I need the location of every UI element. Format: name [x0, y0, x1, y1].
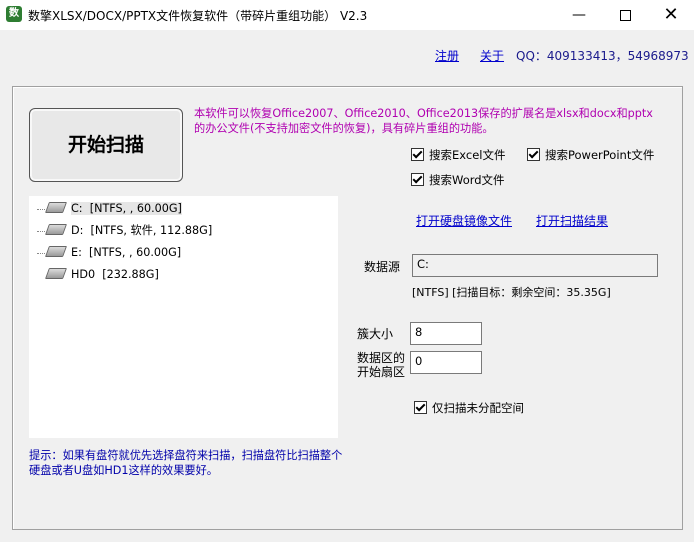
about-link[interactable]: 关于 [480, 47, 504, 64]
cluster-size-input[interactable]: 8 [410, 322, 482, 345]
maximize-icon [619, 9, 631, 21]
search-word-label: 搜索Word文件 [429, 173, 505, 187]
register-link[interactable]: 注册 [435, 47, 459, 64]
search-powerpoint-label: 搜索PowerPoint文件 [545, 148, 655, 162]
source-status: [NTFS] [扫描目标：剩余空间：35.35G] [412, 286, 611, 299]
drive-icon [44, 224, 68, 235]
hint-text: 提示：如果有盘符就优先选择盘符来扫描，扫描盘符比扫描整个硬盘或者U盘如HD1这样… [29, 449, 343, 477]
source-label: 数据源 [364, 260, 401, 274]
minimize-button[interactable]: — [556, 0, 602, 30]
drive-item-d[interactable]: D: [NTFS, 软件, 112.88G] [37, 222, 212, 240]
title-bar: 数 数擎XLSX/DOCX/PPTX文件恢复软件（带碎片重组功能） V2.3 —… [0, 0, 694, 30]
open-disk-image-link[interactable]: 打开硬盘镜像文件 [416, 212, 512, 229]
drive-icon [44, 246, 68, 257]
unallocated-only-checkbox[interactable]: 仅扫描未分配空间 [414, 400, 524, 416]
app-icon: 数 [6, 6, 22, 22]
cluster-size-label: 簇大小 [357, 327, 394, 341]
hard-disk-icon [44, 268, 68, 279]
maximize-button[interactable] [602, 0, 648, 30]
search-excel-checkbox[interactable]: 搜索Excel文件 [411, 147, 505, 163]
close-button[interactable]: ✕ [648, 0, 694, 30]
start-sector-label-line2: 开始扇区 [357, 365, 406, 379]
drive-item-e[interactable]: E: [NTFS, , 60.00G] [37, 244, 181, 262]
source-field: C: [412, 254, 658, 277]
drive-item-hd0[interactable]: HD0 [232.88G] [37, 266, 159, 284]
unallocated-only-label: 仅扫描未分配空间 [432, 401, 524, 415]
search-powerpoint-checkbox[interactable]: 搜索PowerPoint文件 [527, 147, 654, 163]
description-text: 本软件可以恢复Office2007、Office2010、Office2013保… [194, 107, 653, 135]
drive-tree[interactable]: C: [NTFS, , 60.00G] D: [NTFS, 软件, 112.88… [29, 196, 338, 438]
window-title: 数擎XLSX/DOCX/PPTX文件恢复软件（带碎片重组功能） V2.3 [28, 9, 368, 23]
checkbox-checked-icon [411, 148, 424, 161]
start-sector-input[interactable]: 0 [410, 351, 482, 374]
checkbox-checked-icon [414, 401, 427, 414]
drive-icon [44, 202, 68, 213]
search-excel-label: 搜索Excel文件 [429, 148, 506, 162]
open-scan-result-link[interactable]: 打开扫描结果 [536, 212, 608, 229]
qq-contact: QQ：409133413，54968973 [516, 49, 689, 63]
start-scan-button[interactable]: 开始扫描 [29, 108, 183, 182]
checkbox-checked-icon [527, 148, 540, 161]
drive-item-c[interactable]: C: [NTFS, , 60.00G] [37, 200, 182, 218]
checkbox-checked-icon [411, 173, 424, 186]
search-word-checkbox[interactable]: 搜索Word文件 [411, 172, 505, 188]
